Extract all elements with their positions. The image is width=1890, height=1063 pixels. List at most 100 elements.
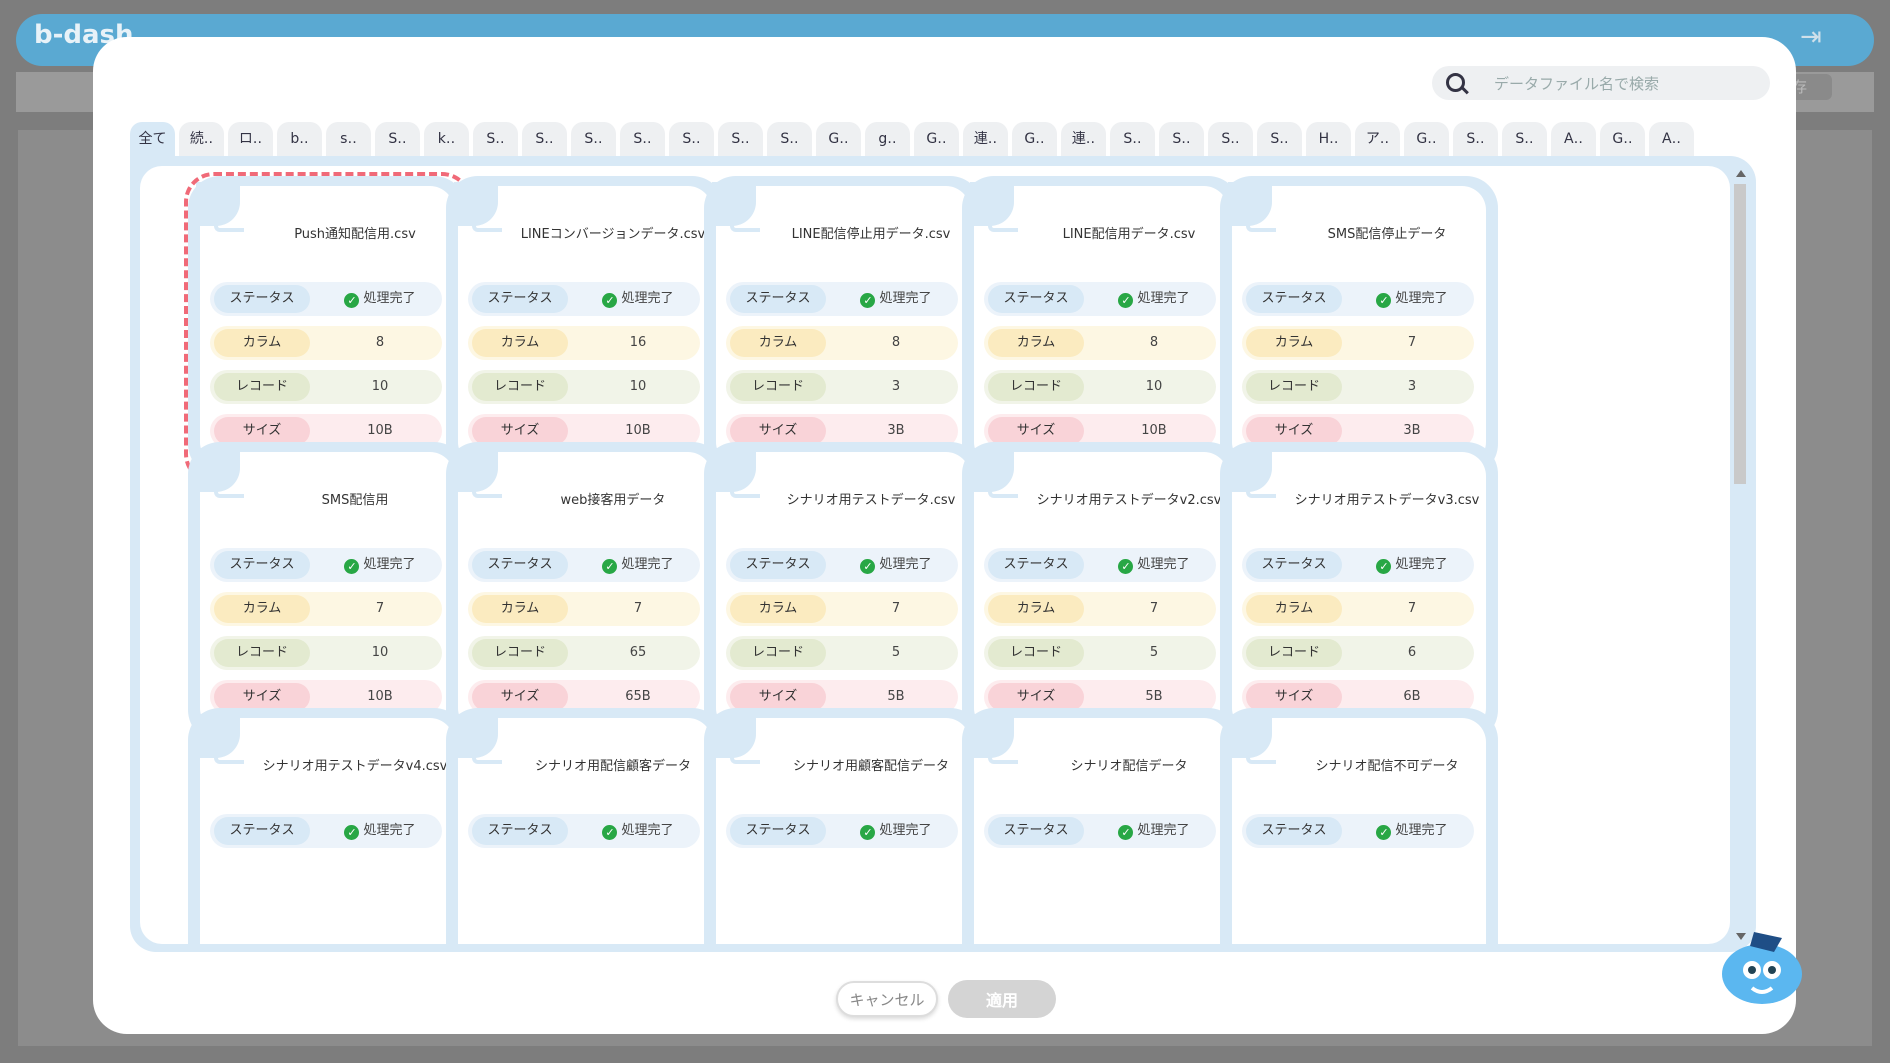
records-row: レコード 10 [468, 370, 700, 404]
file-icon [214, 736, 244, 764]
status-value: ✓ 処理完了 [576, 548, 700, 582]
tab-26[interactable]: G‥ [1404, 122, 1449, 156]
records-value: 3 [891, 379, 901, 394]
scroll-thumb[interactable] [1734, 184, 1746, 484]
records-label: レコード [988, 373, 1084, 401]
tab-3[interactable]: b‥ [277, 122, 322, 156]
file-card[interactable]: LINEコンバージョンデータ.csv ステータス ✓ 処理完了 カラム 16 レコード 10 サ… [446, 176, 724, 476]
status-text: 処理完了 [621, 291, 674, 306]
records-label: レコード [988, 639, 1084, 667]
tab-4[interactable]: s‥ [326, 122, 371, 156]
file-card[interactable]: シナリオ用配信顧客データ ステータス ✓ 処理完了 [446, 708, 724, 944]
check-icon: ✓ [1118, 559, 1134, 574]
file-card[interactable]: シナリオ用テストデータv3.csv ステータス ✓ 処理完了 カラム 7 レコード 6 サイズ 6… [1220, 442, 1498, 742]
tab-29[interactable]: A‥ [1551, 122, 1596, 156]
tab-1[interactable]: 続‥ [179, 122, 224, 156]
tab-31[interactable]: A‥ [1649, 122, 1694, 156]
status-row: ステータス ✓ 処理完了 [1242, 548, 1474, 582]
file-card[interactable]: web接客用データ ステータス ✓ 処理完了 カラム 7 レコード 65 サイズ 65B [446, 442, 724, 742]
tab-19[interactable]: 連‥ [1061, 122, 1106, 156]
file-card[interactable]: シナリオ用テストデータv4.csv ステータス ✓ 処理完了 [188, 708, 466, 944]
scroll-up-icon[interactable] [1736, 170, 1746, 177]
check-icon: ✓ [602, 559, 618, 574]
records-label: レコード [730, 639, 826, 667]
tab-10[interactable]: S‥ [620, 122, 665, 156]
cancel-button[interactable]: キャンセル [836, 981, 938, 1017]
tab-30[interactable]: G‥ [1600, 122, 1645, 156]
scrollbar[interactable] [1732, 170, 1748, 940]
status-text: 処理完了 [1137, 291, 1190, 306]
check-icon: ✓ [602, 293, 618, 308]
tab-8[interactable]: S‥ [522, 122, 567, 156]
tab-0[interactable]: 全て [130, 122, 175, 156]
file-card[interactable]: SMS配信用 ステータス ✓ 処理完了 カラム 7 レコード 10 サイズ 10B [188, 442, 466, 742]
file-card[interactable]: LINE配信停止用データ.csv ステータス ✓ 処理完了 カラム 8 レコード 3 サイズ 3B [704, 176, 982, 476]
status-text: 処理完了 [621, 557, 674, 572]
columns-row: カラム 7 [984, 592, 1216, 626]
status-value: ✓ 処理完了 [834, 282, 958, 316]
tab-15[interactable]: g‥ [865, 122, 910, 156]
file-card[interactable]: SMS配信停止データ ステータス ✓ 処理完了 カラム 7 レコード 3 サイズ 3B [1220, 176, 1498, 476]
status-text: 処理完了 [1395, 823, 1448, 838]
tab-5[interactable]: S‥ [375, 122, 420, 156]
mascot-icon[interactable] [1716, 926, 1808, 1010]
check-icon: ✓ [1118, 293, 1134, 308]
tab-18[interactable]: G‥ [1012, 122, 1057, 156]
tab-11[interactable]: S‥ [669, 122, 714, 156]
status-row: ステータス ✓ 処理完了 [726, 548, 958, 582]
check-icon: ✓ [860, 825, 876, 840]
status-row: ステータス ✓ 処理完了 [1242, 282, 1474, 316]
columns-label: カラム [472, 595, 568, 623]
file-icon [730, 470, 760, 498]
tab-2[interactable]: ロ‥ [228, 122, 273, 156]
file-grid: Push通知配信用.csv ステータス ✓ 処理完了 カラム 8 レコード 10 サイズ 10B L… [140, 166, 1730, 944]
status-label: ステータス [472, 285, 568, 313]
status-text: 処理完了 [1137, 823, 1190, 838]
tab-25[interactable]: ア‥ [1355, 122, 1400, 156]
file-card[interactable]: シナリオ用テストデータ.csv ステータス ✓ 処理完了 カラム 7 レコード 5 サイズ 5B [704, 442, 982, 742]
check-icon: ✓ [1118, 825, 1134, 840]
tab-24[interactable]: H‥ [1306, 122, 1351, 156]
check-icon: ✓ [860, 559, 876, 574]
tab-22[interactable]: S‥ [1208, 122, 1253, 156]
tab-28[interactable]: S‥ [1502, 122, 1547, 156]
file-icon [988, 204, 1018, 232]
tab-12[interactable]: S‥ [718, 122, 763, 156]
tab-13[interactable]: S‥ [767, 122, 812, 156]
file-card[interactable]: シナリオ用テストデータv2.csv ステータス ✓ 処理完了 カラム 7 レコード 5 サイズ 5… [962, 442, 1240, 742]
file-card-body: SMS配信停止データ ステータス ✓ 処理完了 カラム 7 レコード 3 サイズ 3B [1228, 182, 1486, 466]
tab-6[interactable]: k‥ [424, 122, 469, 156]
status-row: ステータス ✓ 処理完了 [1242, 814, 1474, 848]
tab-17[interactable]: 連‥ [963, 122, 1008, 156]
tab-16[interactable]: G‥ [914, 122, 959, 156]
file-card[interactable]: LINE配信用データ.csv ステータス ✓ 処理完了 カラム 8 レコード 10 サイズ 10B [962, 176, 1240, 476]
search-input[interactable] [1492, 66, 1756, 102]
file-card[interactable]: シナリオ用顧客配信データ ステータス ✓ 処理完了 [704, 708, 982, 944]
tab-23[interactable]: S‥ [1257, 122, 1302, 156]
file-name: LINE配信用データ.csv [1062, 227, 1196, 242]
apply-button[interactable]: 適用 [948, 980, 1056, 1018]
tab-14[interactable]: G‥ [816, 122, 861, 156]
columns-label: カラム [1246, 329, 1342, 357]
size-label: サイズ [1246, 683, 1342, 711]
tab-20[interactable]: S‥ [1110, 122, 1155, 156]
category-tabs: 全て 続‥ ロ‥ b‥ s‥ S‥ k‥ S‥ S‥ S‥ S‥ S‥ S‥ S‥ G‥ g‥ G‥ 連‥ G‥ 連‥… [130, 122, 1694, 156]
status-row: ステータス ✓ 処理完了 [468, 548, 700, 582]
file-icon [1246, 204, 1276, 232]
search-box[interactable] [1432, 66, 1770, 102]
file-icon [1246, 736, 1276, 764]
status-label: ステータス [1246, 817, 1342, 845]
tab-7[interactable]: S‥ [473, 122, 518, 156]
tab-21[interactable]: S‥ [1159, 122, 1204, 156]
tab-27[interactable]: S‥ [1453, 122, 1498, 156]
status-row: ステータス ✓ 処理完了 [984, 814, 1216, 848]
file-card[interactable]: シナリオ配信不可データ ステータス ✓ 処理完了 [1220, 708, 1498, 944]
status-value: ✓ 処理完了 [318, 548, 442, 582]
file-card[interactable]: シナリオ配信データ ステータス ✓ 処理完了 [962, 708, 1240, 944]
status-text: 処理完了 [879, 557, 932, 572]
status-label: ステータス [988, 817, 1084, 845]
columns-row: カラム 7 [1242, 326, 1474, 360]
tab-9[interactable]: S‥ [571, 122, 616, 156]
records-label: レコード [730, 373, 826, 401]
size-label: サイズ [730, 683, 826, 711]
